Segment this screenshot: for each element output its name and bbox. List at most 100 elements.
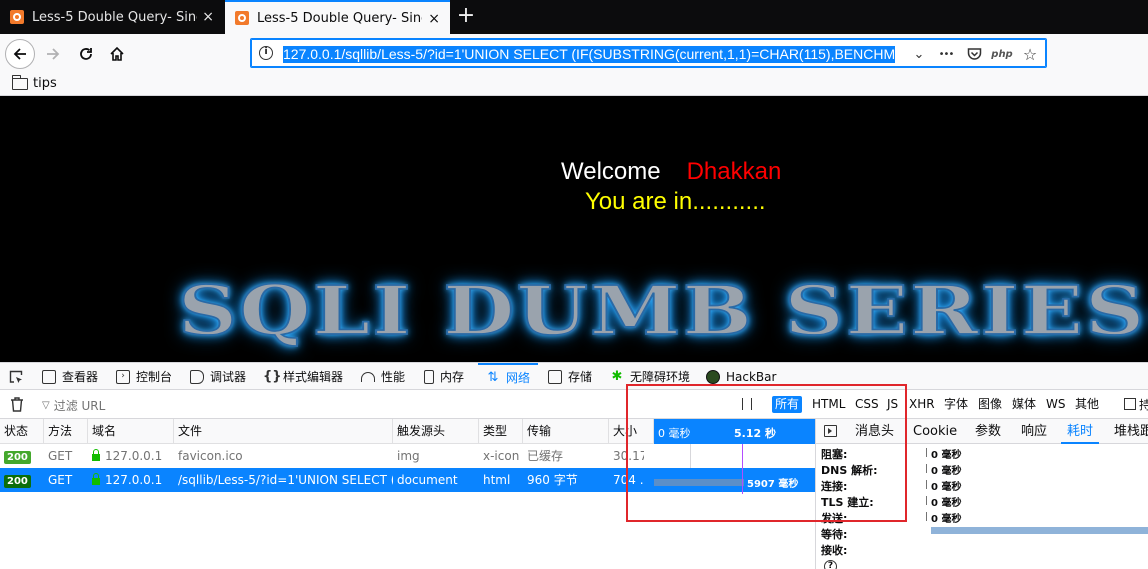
column-header-domain[interactable]: 域名 (88, 419, 174, 444)
new-tab-icon[interactable]: + (455, 4, 477, 28)
column-header-size[interactable]: 大小 (609, 419, 654, 444)
timing-value-blocked: 0 毫秒 (925, 446, 961, 461)
tab-headers[interactable]: 消息头 (855, 419, 894, 444)
bookmark-label: tips (33, 76, 57, 91)
filter-html-button[interactable]: HTML (809, 396, 848, 413)
toggle-panel-icon[interactable] (824, 425, 837, 437)
file-cell: /sqllib/Less-5/?id=1'UNION SELECT (IF... (178, 473, 393, 487)
filter-all-button[interactable]: 所有 (772, 396, 803, 413)
column-header-cause[interactable]: 触发源头 (393, 419, 479, 444)
column-header-method[interactable]: 方法 (44, 419, 88, 444)
tab-timings[interactable]: 耗时 (1061, 419, 1100, 444)
tab-label: 控制台 (136, 370, 173, 384)
waterfall-marker (690, 444, 691, 468)
pause-icon[interactable] (742, 398, 752, 410)
waterfall-timing-bar (654, 479, 744, 486)
page-actions-icon[interactable]: ••• (937, 45, 955, 63)
devtools-tab-inspector[interactable]: 查看器 (42, 363, 98, 390)
lock-icon (92, 449, 100, 461)
series-banner-logo: SQLI DUMB SERIES-5 (177, 271, 1148, 351)
waterfall-header[interactable]: 0 毫秒 5.12 秒 (654, 419, 815, 444)
back-button[interactable] (5, 39, 35, 69)
xampp-favicon-icon (10, 10, 24, 24)
tab-label: 样式编辑器 (283, 370, 344, 384)
network-icon: ⇅ (487, 369, 499, 385)
url-input[interactable]: 127.0.0.1/sqllib/Less-5/?id=1'UNION SELE… (283, 46, 896, 63)
persist-logs-checkbox[interactable] (1124, 398, 1136, 410)
devtools-tab-debugger[interactable]: 调试器 (190, 363, 246, 390)
browser-tab-active[interactable]: Less-5 Double Query- Single × (225, 0, 450, 34)
pocket-icon[interactable] (965, 45, 983, 63)
timing-wait-bar (931, 527, 1148, 534)
pick-element-button[interactable] (8, 363, 24, 390)
devtools-tab-style-editor[interactable]: {} 样式编辑器 (263, 363, 343, 390)
devtools-tab-performance[interactable]: 性能 (361, 363, 405, 390)
timing-label-wait: 等待: (821, 528, 848, 541)
welcome-text: Welcome (561, 158, 661, 185)
page-content: Welcome Dhakkan You are in........... SQL… (0, 96, 1148, 362)
file-cell: favicon.ico (178, 449, 243, 463)
home-button[interactable] (102, 39, 132, 69)
bookmarks-toolbar: tips (0, 72, 1148, 96)
filter-ws-button[interactable]: WS (1043, 396, 1068, 413)
tab-params[interactable]: 参数 (975, 419, 1001, 444)
status-badge: 200 (4, 451, 31, 464)
hackbar-icon (706, 369, 720, 384)
timing-value-connect: 0 毫秒 (925, 478, 961, 493)
timing-value-send: 0 毫秒 (925, 510, 961, 525)
user-name: Dhakkan (686, 158, 782, 185)
filter-other-button[interactable]: 其他 (1072, 396, 1102, 413)
site-info-icon[interactable]: i (259, 46, 273, 60)
devtools-tab-accessibility[interactable]: ✱ 无障碍环境 (610, 363, 690, 390)
devtools-tab-storage[interactable]: 存储 (548, 363, 592, 390)
console-icon: › (116, 369, 130, 384)
url-filter-input[interactable]: ▽ 过滤 URL (42, 397, 105, 414)
table-row[interactable]: 200 GET 127.0.0.1 favicon.ico img x-icon… (0, 444, 815, 468)
close-tab-icon[interactable]: × (202, 9, 214, 25)
devtools-tab-memory[interactable]: 内存 (424, 363, 464, 390)
bookmark-folder-tips[interactable]: tips (11, 74, 57, 91)
welcome-line: Welcome Dhakkan (561, 158, 781, 186)
bookmark-star-icon[interactable]: ☆ (1021, 45, 1039, 64)
url-bar[interactable]: i 127.0.0.1/sqllib/Less-5/?id=1'UNION SE… (250, 38, 1047, 68)
waterfall-load-line (742, 444, 743, 494)
filter-css-button[interactable]: CSS (852, 396, 882, 413)
filter-xhr-button[interactable]: XHR (906, 396, 938, 413)
filter-images-button[interactable]: 图像 (975, 396, 1005, 413)
tab-response[interactable]: 响应 (1021, 419, 1047, 444)
forward-button[interactable] (38, 39, 68, 69)
tab-label: 查看器 (62, 370, 99, 384)
size-cell: 30.17... (613, 449, 644, 463)
column-header-type[interactable]: 类型 (479, 419, 523, 444)
filter-js-button[interactable]: JS (884, 396, 901, 413)
home-icon (110, 46, 124, 61)
back-arrow-icon (13, 48, 26, 60)
timing-label-connect: 连接: (821, 480, 848, 493)
column-header-transferred[interactable]: 传输 (523, 419, 609, 444)
filter-fonts-button[interactable]: 字体 (941, 396, 971, 413)
lock-icon (92, 473, 100, 485)
folder-icon (11, 74, 28, 90)
help-icon[interactable]: ? (824, 560, 837, 569)
tab-label: 性能 (381, 370, 406, 384)
size-cell: 704 ... (613, 473, 644, 487)
php-extension-icon[interactable]: php (991, 45, 1012, 63)
column-header-file[interactable]: 文件 (174, 419, 393, 444)
devtools-tab-hackbar[interactable]: HackBar (706, 363, 776, 390)
reload-button[interactable] (71, 39, 101, 69)
column-header-status[interactable]: 状态 (0, 419, 44, 444)
tab-cookies[interactable]: Cookie (913, 419, 957, 444)
browser-tab[interactable]: Less-5 Double Query- Single × (0, 0, 224, 34)
filter-placeholder: 过滤 URL (53, 399, 106, 413)
chevron-down-icon[interactable]: ⌄ (910, 45, 928, 63)
timing-label-send: 发送: (821, 512, 848, 525)
devtools-tab-network[interactable]: ⇅ 网络 (478, 363, 539, 390)
devtools-tab-console[interactable]: › 控制台 (116, 363, 172, 390)
filter-media-button[interactable]: 媒体 (1009, 396, 1039, 413)
close-tab-icon[interactable]: × (428, 11, 440, 27)
tab-stack-trace[interactable]: 堆栈跟 (1114, 419, 1148, 444)
tab-label: 网络 (506, 371, 531, 385)
navigation-toolbar: i 127.0.0.1/sqllib/Less-5/?id=1'UNION SE… (0, 34, 1148, 72)
clear-trash-icon[interactable] (10, 397, 24, 412)
domain-text: 127.0.0.1 (105, 473, 163, 487)
